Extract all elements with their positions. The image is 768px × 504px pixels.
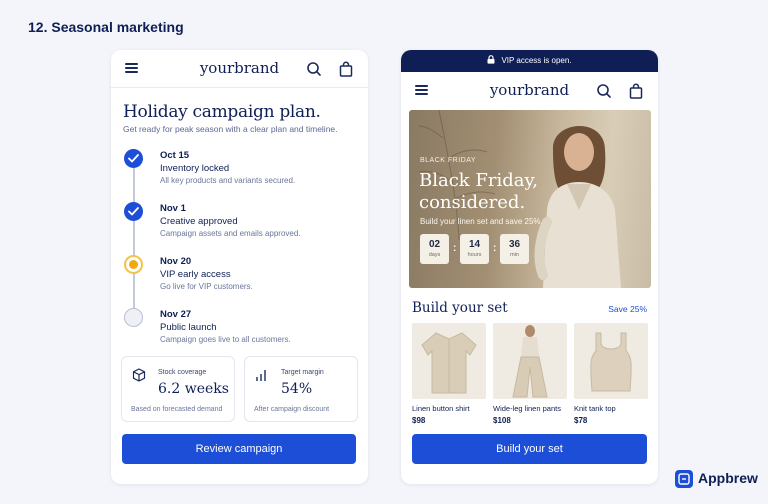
product-price: $108: [493, 416, 511, 425]
bar-chart-icon: [256, 370, 266, 381]
search-icon[interactable]: [306, 61, 322, 77]
product-card-pants[interactable]: Wide-leg linen pants $108: [493, 323, 567, 425]
build-set-button[interactable]: Build your set: [412, 434, 647, 464]
timeline-date: Nov 1: [160, 203, 186, 214]
bag-icon[interactable]: [338, 61, 354, 77]
bag-icon[interactable]: [628, 83, 644, 99]
stat-label: Stock coverage: [158, 369, 207, 376]
product-price: $78: [574, 416, 588, 425]
countdown-value: 36: [508, 239, 521, 250]
timeline-desc: Campaign goes live to all customers.: [160, 335, 291, 344]
appbrew-logo-icon: [675, 470, 693, 488]
lock-icon: [487, 55, 495, 64]
check-icon: [124, 202, 143, 221]
countdown-hours: 14 hours: [460, 234, 489, 264]
timeline-item-launch: Nov 27 Public launch Campaign goes live …: [123, 307, 353, 357]
active-status-dot: [124, 255, 143, 274]
product-card-shirt[interactable]: Linen button shirt $98: [412, 323, 486, 425]
product-image: [574, 323, 648, 399]
timeline-name: Creative approved: [160, 216, 238, 227]
timeline-date: Nov 27: [160, 309, 192, 320]
timeline-name: Inventory locked: [160, 163, 230, 174]
top-nav: yourbrand: [401, 72, 658, 110]
timeline-item-vip: Nov 20 VIP early access Go live for VIP …: [123, 254, 353, 304]
box-icon: [132, 368, 146, 382]
campaign-plan-phone: yourbrand Holiday campaign plan. Get rea…: [111, 50, 368, 484]
product-name: Linen button shirt: [412, 404, 470, 413]
product-card-tank[interactable]: Knit tank top $78: [574, 323, 648, 425]
countdown-days: 02 days: [420, 234, 449, 264]
hero-title-line2: considered.: [419, 192, 526, 213]
stock-coverage-card: Stock coverage 6.2 weeks Based on foreca…: [121, 356, 235, 422]
timeline-item-creative: Nov 1 Creative approved Campaign assets …: [123, 201, 353, 251]
countdown-separator: :: [453, 243, 457, 254]
timeline-name: VIP early access: [160, 269, 231, 280]
countdown-unit: min: [510, 252, 519, 258]
appbrew-wordmark: Appbrew: [698, 470, 758, 486]
hero-subtitle: Build your linen set and save 25%.: [420, 217, 543, 226]
page-subtitle: Get ready for peak season with a clear p…: [123, 124, 338, 134]
product-name: Wide-leg linen pants: [493, 404, 561, 413]
countdown-unit: hours: [467, 252, 482, 258]
vip-banner: VIP access is open.: [401, 50, 658, 72]
pending-status-dot: [124, 308, 143, 327]
brand-logo[interactable]: yourbrand: [401, 81, 658, 99]
storefront-phone: VIP access is open. yourbrand BLACK FRID…: [401, 50, 658, 484]
save-link[interactable]: Save 25%: [608, 304, 647, 314]
product-image: [493, 323, 567, 399]
timeline-desc: Campaign assets and emails approved.: [160, 229, 301, 238]
page-title: Holiday campaign plan.: [123, 102, 321, 122]
stat-value: 54%: [281, 381, 313, 397]
model-photo: [534, 125, 621, 288]
countdown-value: 14: [468, 239, 481, 250]
pants-image: [512, 325, 548, 398]
timeline-name: Public launch: [160, 322, 217, 333]
product-image: [412, 323, 486, 399]
banner-text: VIP access is open.: [501, 56, 572, 65]
timeline-date: Nov 20: [160, 256, 192, 267]
tank-image: [590, 332, 632, 392]
page-heading: 12. Seasonal marketing: [28, 19, 184, 35]
hero-tag: BLACK FRIDAY: [420, 157, 477, 164]
target-margin-card: Target margin 54% After campaign discoun…: [244, 356, 358, 422]
hero-title: Black Friday, considered.: [419, 170, 538, 214]
product-price: $98: [412, 416, 426, 425]
timeline-desc: All key products and variants secured.: [160, 176, 296, 185]
stat-label: Target margin: [281, 369, 324, 376]
countdown-value: 02: [428, 239, 441, 250]
check-icon: [124, 149, 143, 168]
timeline-desc: Go live for VIP customers.: [160, 282, 253, 291]
countdown-unit: days: [428, 252, 441, 258]
countdown-minutes: 36 min: [500, 234, 529, 264]
stat-value: 6.2 weeks: [158, 381, 229, 397]
shirt-image: [421, 332, 477, 394]
countdown-separator: :: [493, 243, 497, 254]
section-title: Build your set: [412, 300, 508, 316]
stat-footnote: Based on forecasted demand: [131, 406, 223, 413]
timeline-item-inventory: Oct 15 Inventory locked All key products…: [123, 148, 353, 198]
stat-footnote: After campaign discount: [254, 406, 330, 413]
timeline-date: Oct 15: [160, 150, 190, 161]
brand-logo[interactable]: yourbrand: [111, 59, 368, 77]
search-icon[interactable]: [596, 83, 612, 99]
black-friday-hero[interactable]: BLACK FRIDAY Black Friday, considered. B…: [409, 110, 651, 288]
product-name: Knit tank top: [574, 404, 616, 413]
review-campaign-button[interactable]: Review campaign: [122, 434, 356, 464]
top-nav: yourbrand: [111, 50, 368, 88]
hero-title-line1: Black Friday,: [419, 170, 539, 191]
